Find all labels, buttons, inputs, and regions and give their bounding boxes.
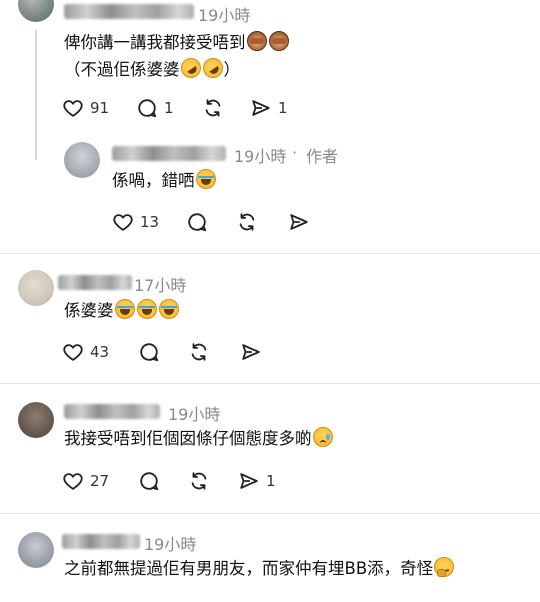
tears-of-joy-emoji [136, 299, 157, 319]
reply-button[interactable] [186, 210, 208, 234]
comment-text-line-2: （不過佢係婆婆） [64, 54, 240, 83]
comment-text: 之前都無提過佢有男朋友，而家仲有埋BB添，奇怪 [64, 556, 455, 582]
repost-icon [239, 213, 255, 231]
timestamp: 19小時 [144, 535, 197, 554]
tears-of-joy-emoji [195, 169, 216, 189]
heart-icon [63, 100, 83, 117]
share-count: 1 [278, 99, 288, 117]
comment-text: 俾你講一講我都接受唔到 [64, 30, 290, 56]
send-icon [252, 100, 270, 116]
comment-1: 19小時 俾你講一講我都接受唔到 （不過佢係婆婆） 91 1 1 [0, 0, 540, 160]
repost-icon [205, 99, 221, 117]
heart-icon [63, 473, 83, 490]
username-blurred[interactable] [58, 275, 132, 290]
avatar[interactable] [18, 270, 54, 306]
avatar[interactable] [64, 142, 100, 178]
comment-text: 我接受唔到佢個囡條仔個態度多啲 [64, 426, 334, 452]
comment-5: 19小時 之前都無提過佢有男朋友，而家仲有埋BB添，奇怪 [0, 514, 540, 602]
username-blurred[interactable] [64, 404, 160, 419]
comment-icon [140, 343, 159, 362]
comment-icon [140, 472, 159, 491]
see-no-evil-monkey-emoji [246, 31, 267, 51]
rofl-emoji [198, 54, 227, 82]
tears-of-joy-emoji [158, 299, 179, 319]
repost-button[interactable] [188, 340, 210, 364]
repost-icon [191, 343, 207, 361]
like-count: 43 [90, 343, 110, 361]
timestamp: 19小時 [198, 6, 251, 25]
reply-button[interactable] [138, 469, 160, 493]
comment-icon [188, 213, 207, 232]
action-bar: 27 1 [62, 469, 322, 493]
action-bar: 91 1 1 [62, 96, 362, 120]
like-count: 91 [90, 99, 110, 117]
timestamp: 17小時 [134, 276, 187, 295]
share-button[interactable] [240, 340, 262, 364]
like-count: 27 [90, 472, 110, 490]
timestamp: 19小時 [234, 147, 287, 166]
avatar[interactable] [18, 532, 54, 568]
repost-button[interactable] [236, 210, 258, 234]
heart-icon [113, 214, 133, 231]
repost-icon [191, 472, 207, 490]
like-count: 13 [140, 213, 160, 231]
share-count: 1 [266, 472, 276, 490]
separator: · [292, 143, 298, 162]
see-no-evil-monkey-emoji [268, 31, 289, 51]
share-button[interactable] [288, 210, 310, 234]
reply-count: 1 [164, 99, 174, 117]
avatar[interactable] [18, 0, 54, 22]
author-tag: 作者 [306, 147, 339, 166]
tears-of-joy-emoji [114, 299, 135, 319]
username-blurred[interactable] [112, 146, 226, 161]
share-button[interactable]: 1 [250, 96, 288, 120]
comment-3: 17小時 係婆婆 43 [0, 254, 540, 382]
like-button[interactable]: 27 [62, 469, 109, 493]
repost-button[interactable] [188, 469, 210, 493]
thinking-face-emoji [434, 557, 455, 577]
timestamp: 19小時 [168, 405, 221, 424]
like-button[interactable]: 91 [62, 96, 109, 120]
username-blurred[interactable] [64, 4, 194, 19]
comment-icon [138, 99, 157, 118]
repost-button[interactable] [202, 96, 224, 120]
rofl-emoji [176, 54, 205, 82]
reply-button[interactable] [138, 340, 160, 364]
sad-face-emoji [312, 427, 333, 447]
username-blurred[interactable] [62, 534, 140, 549]
action-bar: 43 [62, 340, 302, 364]
reply-button[interactable]: 1 [136, 96, 174, 120]
comment-4: 19小時 我接受唔到佢個囡條仔個態度多啲 27 1 [0, 384, 540, 512]
send-icon [290, 214, 308, 230]
avatar[interactable] [18, 402, 54, 438]
share-button[interactable]: 1 [238, 469, 276, 493]
like-button[interactable]: 13 [112, 210, 159, 234]
send-icon [240, 473, 258, 489]
comment-text: 係婆婆 [64, 298, 180, 324]
like-button[interactable]: 43 [62, 340, 109, 364]
action-bar: 13 [112, 210, 352, 234]
heart-icon [63, 344, 83, 361]
send-icon [242, 344, 260, 360]
author-reply: 19小時 · 作者 係喎，錯哂 13 [0, 135, 540, 250]
comment-text: 係喎，錯哂 [112, 168, 217, 194]
